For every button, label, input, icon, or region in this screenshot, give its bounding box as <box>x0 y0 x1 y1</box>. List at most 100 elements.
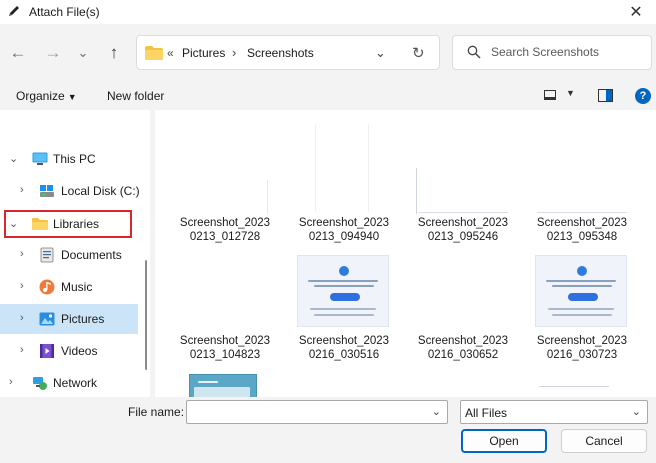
file-item[interactable]: Screenshot_2023 0213_012728 <box>167 216 283 244</box>
sidebar-item-label: Music <box>61 280 93 294</box>
sidebar-item-label: Libraries <box>53 217 100 231</box>
overflow-chevron[interactable]: « <box>167 46 174 60</box>
sidebar-item-label: Documents <box>61 248 122 262</box>
chevron-down-icon[interactable]: ⌄ <box>9 217 18 230</box>
file-item[interactable]: Screenshot_2023 0213_104823 <box>167 334 283 362</box>
file-name-input[interactable] <box>191 404 421 418</box>
music-icon <box>39 279 55 295</box>
file-name: Screenshot_2023 0213_095246 <box>417 217 509 243</box>
file-item[interactable]: Screenshot_2023 0216_030516 <box>286 334 402 362</box>
back-button[interactable]: ← <box>5 40 31 66</box>
search-box[interactable] <box>452 35 652 70</box>
file-name: Screenshot_2023 0213_104823 <box>179 335 271 361</box>
sidebar-item-label: Network <box>53 376 98 390</box>
command-bar: Organize ▼ New folder ▼ ? <box>0 82 656 110</box>
view-icon <box>544 90 556 100</box>
file-item[interactable]: Screenshot_2023 0216_030723 <box>524 334 640 362</box>
open-button[interactable]: Open <box>461 429 547 453</box>
thumbnail-fragment <box>416 168 417 214</box>
caret-down-icon: ▼ <box>566 88 575 98</box>
sidebar-item-network[interactable]: › Network <box>0 368 138 397</box>
chevron-right-icon[interactable]: › <box>20 312 24 324</box>
file-item[interactable]: Screenshot_2023 0213_095246 <box>405 216 521 244</box>
up-button[interactable]: ↑ <box>101 40 127 66</box>
arrow-up-icon: ↑ <box>109 43 119 62</box>
file-type-select[interactable]: All Files ⌄ <box>460 400 648 424</box>
sidebar-item-documents[interactable]: › Documents <box>0 240 138 270</box>
sidebar-item-pictures[interactable]: › Pictures <box>0 304 138 334</box>
file-item[interactable]: Screenshot_2023 0213_094940 <box>286 216 402 244</box>
file-item[interactable]: Screenshot_2023 0213_095348 <box>524 216 640 244</box>
file-thumbnail[interactable] <box>297 255 389 327</box>
chevron-down-icon: ⌄ <box>77 45 89 60</box>
organize-button[interactable]: Organize ▼ <box>16 89 77 103</box>
search-input[interactable] <box>491 45 641 59</box>
file-name: Screenshot_2023 0213_095348 <box>536 217 628 243</box>
organize-label: Organize <box>16 89 65 103</box>
sidebar-item-label: This PC <box>53 152 96 166</box>
address-bar[interactable]: « Pictures › Screenshots ⌄ ↻ <box>136 35 440 70</box>
folder-icon <box>145 46 163 60</box>
close-button[interactable]: ✕ <box>620 0 652 24</box>
sidebar-item-label: Local Disk (C:) <box>61 184 140 198</box>
network-icon <box>33 377 47 390</box>
file-name: Screenshot_2023 0213_012728 <box>179 217 271 243</box>
pencil-icon <box>9 6 19 16</box>
cancel-button[interactable]: Cancel <box>561 429 647 453</box>
breadcrumb-screenshots[interactable]: Screenshots <box>247 46 314 60</box>
file-thumbnail[interactable] <box>535 255 627 327</box>
caret-down-icon: ▼ <box>67 92 77 102</box>
refresh-icon[interactable]: ↻ <box>412 44 425 62</box>
thumbnail-fragment <box>539 386 609 387</box>
change-view-button[interactable]: ▼ <box>544 88 580 104</box>
chevron-right-icon[interactable]: › <box>20 280 24 292</box>
bing-logo-icon <box>339 266 349 276</box>
bing-logo-icon <box>577 266 587 276</box>
monitor-icon <box>32 152 48 165</box>
breadcrumb-separator[interactable]: › <box>232 45 236 60</box>
chevron-down-icon: ⌄ <box>631 406 641 418</box>
breadcrumb-pictures[interactable]: Pictures <box>182 46 225 60</box>
recent-locations-button[interactable]: ⌄ <box>70 40 96 66</box>
file-item[interactable]: Screenshot_2023 0216_030652 <box>405 334 521 362</box>
arrow-right-icon: → <box>44 43 62 62</box>
drive-icon <box>40 185 54 197</box>
documents-icon <box>40 247 54 263</box>
chevron-right-icon[interactable]: › <box>20 344 24 356</box>
sidebar-item-this-pc[interactable]: ⌄ This PC <box>0 144 138 174</box>
thumbnail-fragment <box>315 124 316 212</box>
new-folder-button[interactable]: New folder <box>107 89 164 103</box>
thumbnail-fragment <box>537 212 627 213</box>
file-thumbnail[interactable] <box>189 374 257 397</box>
navigation-bar: ← → ⌄ ↑ « Pictures › Screenshots ⌄ ↻ <box>0 24 656 82</box>
chevron-right-icon[interactable]: › <box>20 184 24 196</box>
file-name: Screenshot_2023 0216_030652 <box>417 335 509 361</box>
file-name: Screenshot_2023 0216_030516 <box>298 335 390 361</box>
thumbnail-fragment <box>418 212 508 213</box>
file-name-combobox[interactable]: ⌄ <box>186 400 448 424</box>
thumbnail-fragment <box>267 180 268 214</box>
sidebar-item-libraries[interactable]: ⌄ Libraries <box>0 209 138 239</box>
chevron-down-icon[interactable]: ⌄ <box>9 152 18 165</box>
chevron-down-icon[interactable]: ⌄ <box>375 45 386 61</box>
pictures-icon <box>39 312 55 326</box>
file-name: Screenshot_2023 0213_094940 <box>298 217 390 243</box>
file-name: Screenshot_2023 0216_030723 <box>536 335 628 361</box>
chevron-right-icon[interactable]: › <box>20 248 24 260</box>
folder-icon <box>32 218 48 230</box>
arrow-left-icon: ← <box>9 43 27 62</box>
videos-icon <box>40 344 54 358</box>
file-type-value: All Files <box>465 406 508 420</box>
help-icon[interactable]: ? <box>635 88 651 104</box>
navigation-pane: ⌄ This PC › Local Disk (C:) ⌄ Libraries … <box>0 110 150 397</box>
navigation-scrollbar[interactable] <box>145 260 147 370</box>
preview-pane-icon[interactable] <box>598 89 613 102</box>
sidebar-item-music[interactable]: › Music <box>0 272 138 302</box>
chevron-right-icon[interactable]: › <box>9 376 13 388</box>
file-list: Screenshot_2023 0213_012728 Screenshot_2… <box>155 110 656 397</box>
forward-button[interactable]: → <box>40 40 66 66</box>
sidebar-item-label: Pictures <box>61 312 105 326</box>
sidebar-item-videos[interactable]: › Videos <box>0 336 138 366</box>
sidebar-item-local-disk[interactable]: › Local Disk (C:) <box>0 176 140 206</box>
chevron-down-icon[interactable]: ⌄ <box>432 405 441 418</box>
